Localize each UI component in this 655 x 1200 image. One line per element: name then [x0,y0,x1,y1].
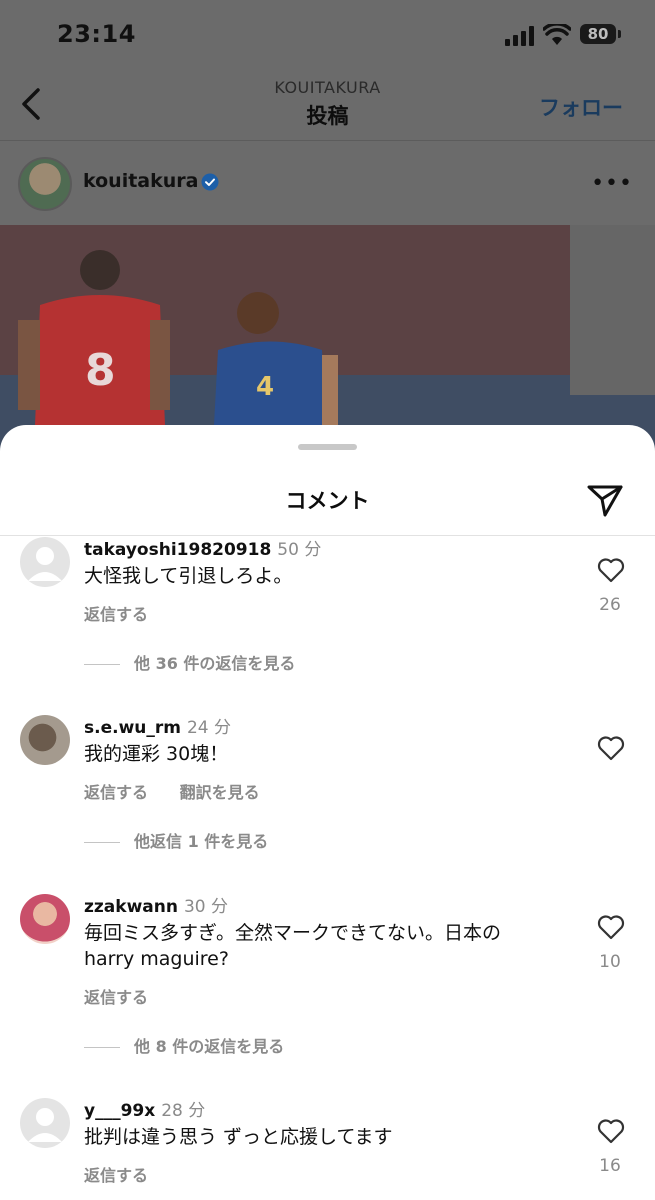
comment-actions: 返信する [84,1162,174,1186]
verified-badge-icon [201,173,219,191]
reply-button[interactable]: 返信する [84,605,148,624]
like-count: 16 [599,1156,621,1176]
default-avatar-icon [28,1108,62,1142]
avatar[interactable] [20,894,70,944]
heart-icon[interactable] [597,1118,625,1144]
top-nav-bar: KOUITAKURA 投稿 フォロー [0,70,655,141]
svg-text:4: 4 [256,372,274,402]
comment-item: takayoshi19820918 50 分 大怪我して引退しろよ。 返信する 他… [0,535,655,695]
view-replies-button[interactable]: 他返信 1 件を見る [84,828,268,852]
default-avatar-icon [28,547,62,581]
comment-item: s.e.wu_rm 24 分 我的運彩 30塊！ 返信する 翻訳を見る 他返信 1… [0,713,655,863]
comment-time: 50 分 [277,540,322,560]
translate-button[interactable]: 翻訳を見る [180,783,260,802]
reply-button[interactable]: 返信する [84,1166,148,1185]
comment-item: zzakwann 30 分 毎回ミス多すぎ。全然マークできてない。日本の harr… [0,892,655,1056]
svg-text:8: 8 [85,345,116,396]
post-author-row: kouitakura ••• [0,141,655,225]
comment-actions: 返信する [84,984,174,1008]
status-bar: 23:14 80 [0,0,655,70]
avatar[interactable] [20,537,70,587]
heart-icon[interactable] [597,557,625,583]
reply-button[interactable]: 返信する [84,783,148,802]
comment-username[interactable]: takayoshi19820918 50 分 [84,535,321,560]
battery-tip [618,30,621,38]
comment-time: 30 分 [183,897,228,917]
avatar[interactable] [20,1098,70,1148]
comment-text: 毎回ミス多すぎ。全然マークできてない。日本の harry maguire? [84,922,502,970]
send-icon[interactable] [586,482,624,518]
view-replies-button[interactable]: 他 8 件の返信を見る [84,1033,284,1057]
reply-button[interactable]: 返信する [84,988,148,1007]
comment-username[interactable]: s.e.wu_rm 24 分 [84,713,231,738]
more-options-button[interactable]: ••• [591,171,633,196]
comment-username[interactable]: zzakwann 30 分 [84,892,228,917]
comment-time: 24 分 [186,718,232,738]
dimmed-post-screen: 23:14 80 KOUITAKURA 投稿 フォロー kouitakura •… [0,0,655,470]
comment-text: 大怪我して引退しろよ。 [84,565,293,587]
comment-text: 我的運彩 30塊！ [84,743,229,765]
author-username[interactable]: kouitakura [83,170,198,192]
follow-button[interactable]: フォロー [539,92,623,122]
status-time: 23:14 [57,20,136,48]
view-replies-button[interactable]: 他 36 件の返信を見る [84,650,295,674]
sheet-title: コメント [285,489,370,513]
like-count: 26 [599,595,621,615]
battery-icon: 80 [580,24,616,44]
comment-text: 批判は違う思う ずっと応援してます [84,1126,393,1148]
comments-sheet: コメント takayoshi19820918 50 分 大怪我して引退しろよ。 返… [0,425,655,1200]
comment-time: 28 分 [161,1101,206,1121]
heart-icon[interactable] [597,914,625,940]
comment-username[interactable]: y___99x 28 分 [84,1096,205,1121]
author-avatar[interactable] [18,157,72,211]
wifi-icon [543,24,571,45]
avatar[interactable] [20,715,70,765]
sheet-grabber[interactable] [298,444,357,450]
heart-icon[interactable] [597,735,625,761]
comment-actions: 返信する 翻訳を見る [84,779,286,803]
comment-item: y___99x 28 分 批判は違う思う ずっと応援してます 返信する 16 [0,1096,655,1200]
signal-icon [505,26,534,46]
like-count: 10 [599,952,621,972]
comment-actions: 返信する [84,601,174,625]
